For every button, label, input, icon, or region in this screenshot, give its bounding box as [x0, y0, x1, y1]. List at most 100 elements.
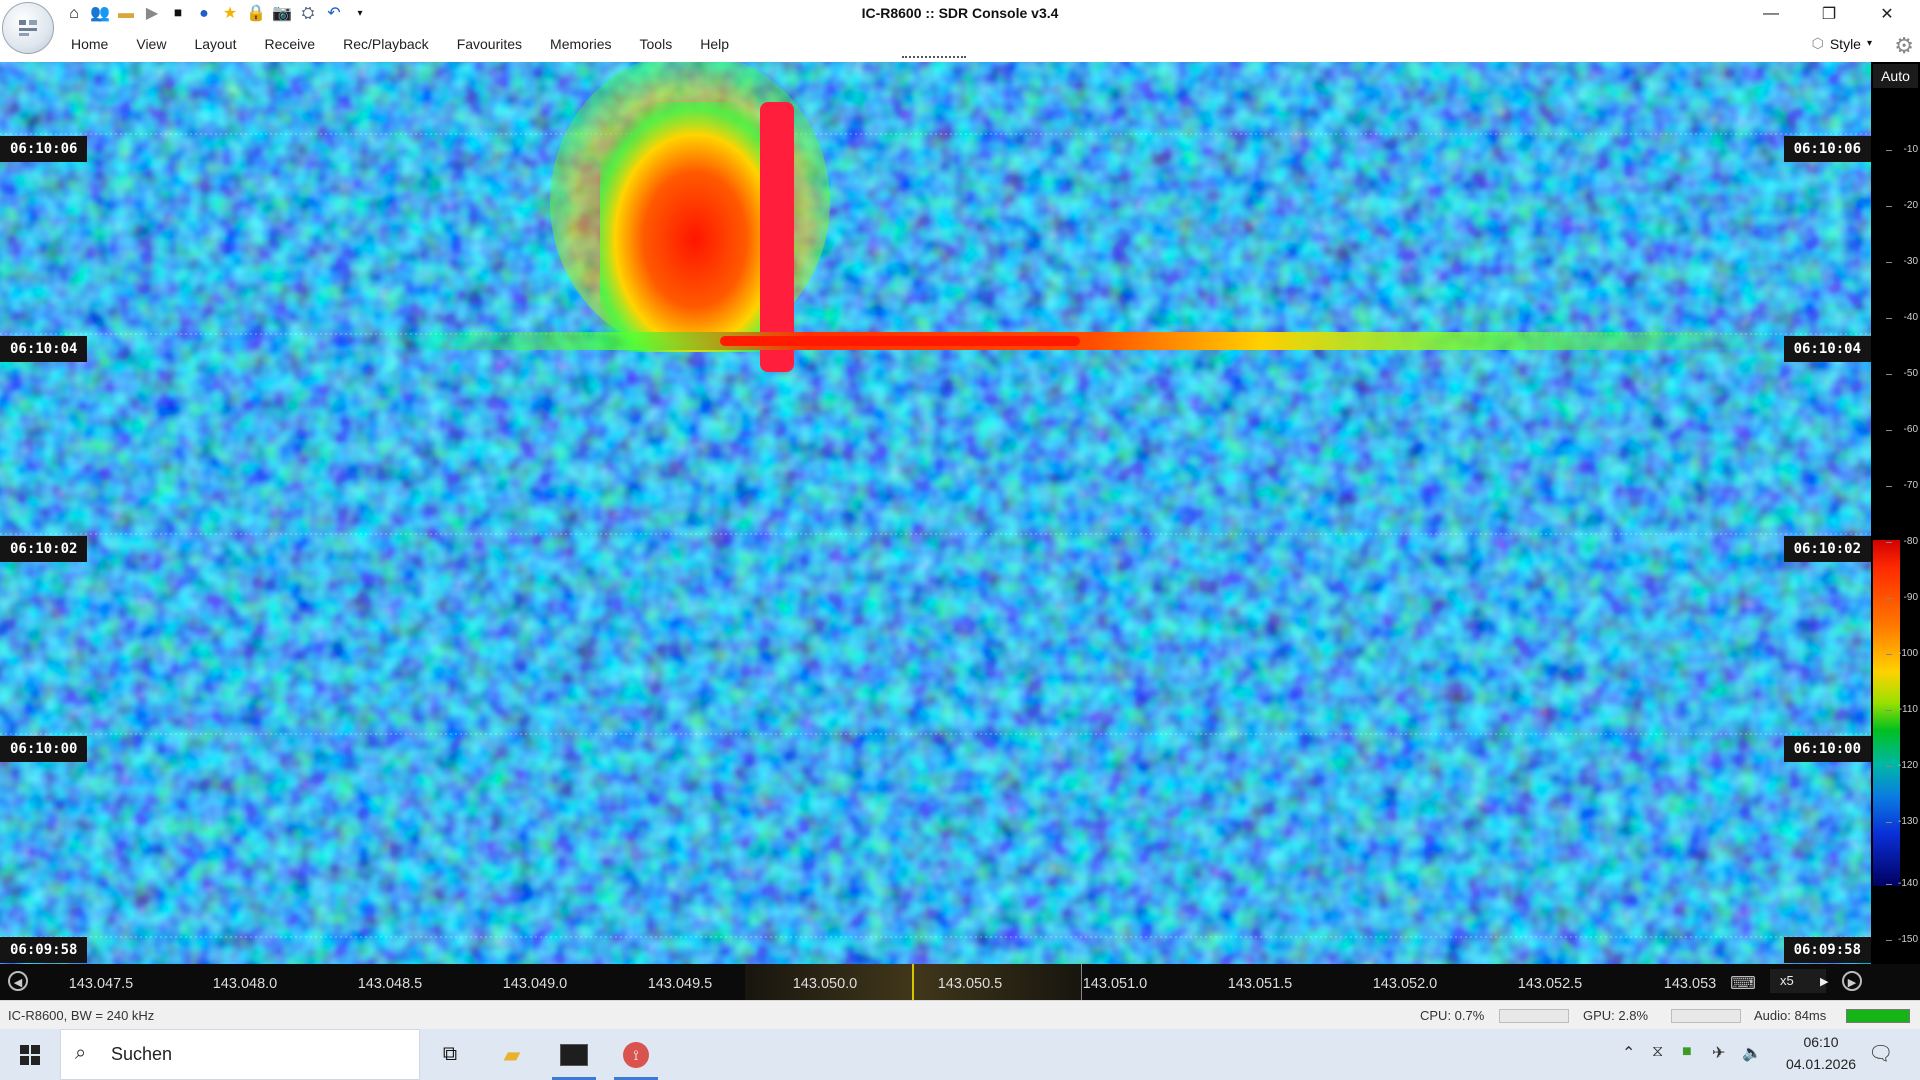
settings-gear-icon[interactable]: ⚙	[1894, 33, 1914, 59]
cpu-meter	[1499, 1009, 1569, 1023]
frequency-scale[interactable]: 143.047.5 143.048.0 143.048.5 143.049.0 …	[36, 964, 1724, 1000]
waterfall-display[interactable]: 06:10:06 06:10:04 06:10:02 06:10:00 06:0…	[0, 62, 1871, 964]
quick-access-toolbar: ⌂ 👥 ▬ ▶ ⏹ ● ★ 🔒 📷 ⛭ ↶ ▾	[62, 2, 372, 26]
taskbar-terminal[interactable]	[546, 1029, 602, 1080]
level-tick: -90	[1885, 592, 1918, 603]
frequency-label: 143.047.5	[68, 976, 134, 992]
start-button[interactable]	[0, 1029, 60, 1080]
time-label-left: 06:09:58	[0, 937, 88, 963]
frequency-label: 143.052.0	[1372, 976, 1438, 992]
tab-view[interactable]: View	[123, 36, 181, 52]
tab-receive[interactable]: Receive	[252, 36, 331, 52]
level-tick: -70	[1885, 480, 1918, 491]
taskbar-file-explorer[interactable]: ▰	[484, 1029, 540, 1080]
clock-date[interactable]: 04.01.2026	[1776, 1056, 1866, 1072]
stop-icon[interactable]: ⏹	[166, 2, 190, 26]
waterfall-image	[0, 62, 1871, 964]
signal-burst-column	[760, 102, 794, 372]
tab-layout[interactable]: Layout	[181, 36, 251, 52]
sdr-console-icon: ⟟	[623, 1041, 649, 1068]
tab-home[interactable]: Home	[58, 36, 123, 52]
keyboard-icon[interactable]: ⌨	[1730, 973, 1756, 994]
time-label-left: 06:10:04	[0, 336, 88, 362]
restore-button[interactable]: ❐	[1800, 0, 1858, 28]
time-label-left: 06:10:06	[0, 136, 88, 162]
audio-meter	[1846, 1009, 1910, 1023]
time-label-right: 06:09:58	[1783, 937, 1871, 963]
notification-center-icon[interactable]: 🗨	[1868, 1041, 1893, 1066]
users-icon[interactable]: 👥	[88, 2, 112, 26]
customize-dropdown-icon[interactable]: ▾	[348, 2, 372, 26]
task-view-button[interactable]: ⧉	[422, 1029, 478, 1080]
ribbon-collapse-grip[interactable]	[902, 56, 966, 58]
frequency-label: 143.048.5	[357, 976, 423, 992]
airplane-mode-icon[interactable]: ✈	[1712, 1043, 1725, 1063]
volume-icon[interactable]: 🔈	[1742, 1043, 1762, 1063]
home-icon[interactable]: ⌂	[62, 2, 86, 26]
favourite-star-icon[interactable]: ★	[218, 2, 242, 26]
tuned-frequency-marker[interactable]	[912, 964, 914, 1000]
clock-time[interactable]: 06:10	[1790, 1034, 1852, 1050]
frequency-label: 143.051.5	[1227, 976, 1293, 992]
style-icon: ⬡	[1811, 35, 1824, 51]
folder-icon: ▰	[503, 1041, 521, 1067]
gpu-meter	[1671, 1009, 1741, 1023]
undo-icon[interactable]: ↶	[322, 2, 346, 26]
play-icon[interactable]: ▶	[140, 2, 164, 26]
frequency-label: 143.048.0	[212, 976, 278, 992]
minimize-button[interactable]: —	[1742, 0, 1800, 28]
terminal-icon	[560, 1043, 588, 1066]
title-bar: ⌂ 👥 ▬ ▶ ⏹ ● ★ 🔒 📷 ⛭ ↶ ▾ IC-R8600 :: SDR …	[0, 0, 1920, 28]
level-tick: -40	[1885, 312, 1918, 323]
level-tick: -100	[1885, 648, 1918, 659]
nvidia-icon[interactable]: ■	[1682, 1043, 1692, 1061]
tab-favourites[interactable]: Favourites	[444, 36, 537, 52]
level-tick: -110	[1885, 704, 1918, 715]
time-label-right: 06:10:02	[1783, 536, 1871, 562]
windows-taskbar: ⌕ Suchen ⧉ ▰ ⟟ ⌃ ⧖ ■ ✈ 🔈 06:10 04.01.202…	[0, 1029, 1920, 1080]
folder-icon[interactable]: ▬	[114, 2, 138, 26]
ribbon-menu-bar: Home View Layout Receive Rec/Playback Fa…	[0, 28, 1920, 63]
frequency-label: 143.052.5	[1517, 976, 1583, 992]
chevron-right-icon[interactable]: ▶	[1820, 975, 1828, 988]
close-button[interactable]: ✕	[1858, 0, 1916, 28]
device-status: IC-R8600, BW = 240 kHz	[8, 1008, 155, 1023]
scroll-left-button[interactable]: ◀	[8, 971, 28, 991]
style-menu[interactable]: ⬡ Style ▾	[1812, 35, 1872, 52]
search-placeholder: Suchen	[111, 1044, 173, 1064]
level-tick: -20	[1885, 200, 1918, 211]
tab-help[interactable]: Help	[687, 36, 744, 52]
tab-rec-playback[interactable]: Rec/Playback	[330, 36, 444, 52]
taskbar-search-box[interactable]: ⌕ Suchen	[60, 1029, 420, 1080]
network-adapter-icon[interactable]: ⧖	[1652, 1043, 1663, 1061]
scroll-right-button[interactable]: ▶	[1842, 971, 1862, 991]
task-view-icon: ⧉	[442, 1043, 458, 1065]
zoom-select[interactable]: x5	[1770, 969, 1826, 993]
camera-icon[interactable]: 📷	[270, 2, 294, 26]
time-label-left: 06:10:02	[0, 536, 88, 562]
time-label-left: 06:10:00	[0, 736, 88, 762]
satellite-icon[interactable]: ⛭	[296, 2, 320, 26]
tab-memories[interactable]: Memories	[537, 36, 626, 52]
level-tick: -120	[1885, 760, 1918, 771]
color-scale-bar	[1873, 540, 1900, 886]
taskbar-sdr-console[interactable]: ⟟	[608, 1029, 664, 1080]
tab-tools[interactable]: Tools	[627, 36, 688, 52]
frequency-label: 143.049.5	[647, 976, 713, 992]
level-tick: -140	[1885, 878, 1918, 889]
status-bar: IC-R8600, BW = 240 kHz CPU: 0.7% GPU: 2.…	[0, 1000, 1920, 1030]
level-scale[interactable]: Auto -10 -20 -30 -40 -50 -60 -70 -80 -90…	[1871, 62, 1920, 964]
auto-level-button[interactable]: Auto	[1873, 64, 1918, 88]
time-label-right: 06:10:00	[1783, 736, 1871, 762]
app-menu-button[interactable]	[2, 2, 54, 54]
level-tick: -130	[1885, 816, 1918, 827]
audio-latency: Audio: 84ms	[1754, 1008, 1827, 1023]
level-tick: -80	[1885, 536, 1918, 547]
level-tick: -10	[1885, 144, 1918, 155]
chevron-down-icon: ▾	[1866, 38, 1872, 49]
record-icon[interactable]: ●	[192, 2, 216, 26]
waterfall-noise-background	[0, 62, 1871, 964]
lock-icon[interactable]: 🔒	[244, 2, 268, 26]
frequency-axis[interactable]: ◀ 143.047.5 143.048.0 143.048.5 143.049.…	[0, 964, 1920, 1000]
chevron-up-icon[interactable]: ⌃	[1622, 1043, 1635, 1063]
